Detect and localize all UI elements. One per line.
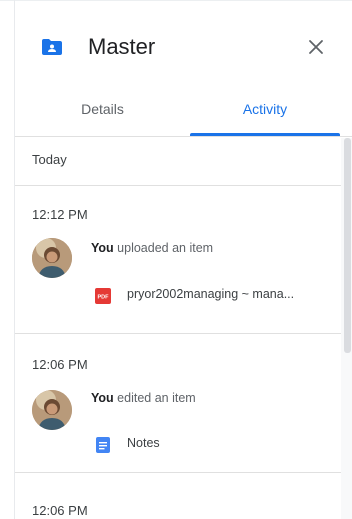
activity-list: Today 12:12 PM You uploaded an item PDF … (15, 138, 341, 519)
activity-time: 12:12 PM (32, 207, 88, 222)
activity-time: 12:06 PM (32, 503, 88, 518)
divider (15, 472, 341, 473)
google-docs-icon (96, 437, 110, 453)
close-icon[interactable] (305, 36, 327, 58)
activity-description: You uploaded an item (91, 241, 213, 255)
file-name: pryor2002managing ~ mana... (127, 287, 295, 301)
panel-header: Master (15, 0, 352, 98)
scrollbar-thumb[interactable] (344, 138, 351, 353)
action-label: uploaded an item (117, 241, 214, 255)
divider (15, 185, 341, 186)
day-label: Today (32, 152, 67, 167)
tab-activity[interactable]: Activity (190, 98, 340, 136)
tab-details[interactable]: Details (15, 98, 190, 136)
actor-name: You (91, 391, 114, 405)
divider (15, 333, 341, 334)
pdf-file-icon: PDF (95, 288, 111, 304)
avatar-photo (32, 238, 72, 278)
tab-bar: Details Activity (15, 98, 352, 138)
avatar[interactable] (32, 238, 72, 278)
actor-name: You (91, 241, 114, 255)
panel-title: Master (88, 34, 156, 59)
action-label: edited an item (117, 391, 196, 405)
avatar[interactable] (32, 390, 72, 430)
activity-time: 12:06 PM (32, 357, 88, 372)
file-name: Notes (127, 436, 160, 450)
tabs-divider (15, 136, 352, 137)
svg-text:PDF: PDF (98, 295, 110, 301)
activity-description: You edited an item (91, 391, 196, 405)
shared-folder-icon (42, 39, 62, 55)
avatar-photo (32, 390, 72, 430)
